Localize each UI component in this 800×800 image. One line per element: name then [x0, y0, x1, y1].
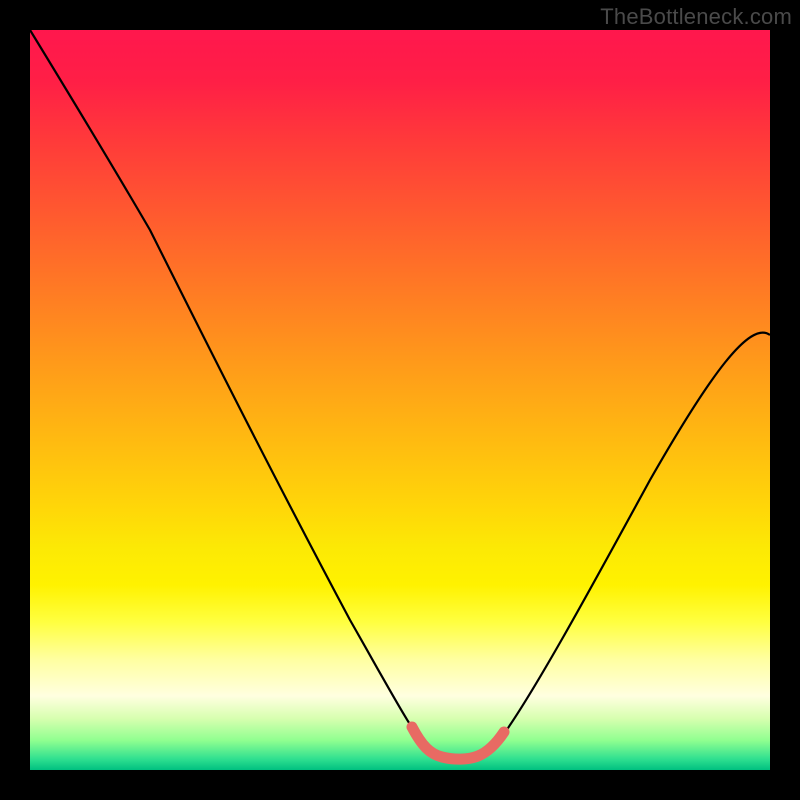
- optimal-range-highlight: [412, 727, 504, 759]
- plot-area: [30, 30, 770, 770]
- attribution-label: TheBottleneck.com: [600, 4, 792, 30]
- bottleneck-curve-path: [30, 30, 770, 760]
- curve-svg: [30, 30, 770, 770]
- chart-frame: TheBottleneck.com: [0, 0, 800, 800]
